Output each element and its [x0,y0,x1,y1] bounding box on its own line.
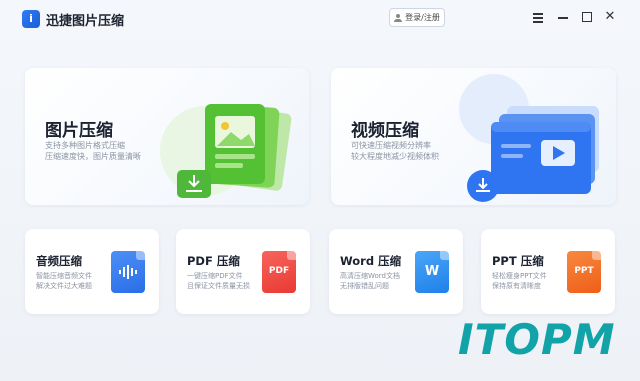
audio-compress-card[interactable]: 音频压缩 智能压缩音频文件 解决文件过大难题 [25,229,159,314]
card-desc-line: 高清压缩Word文档 [340,272,400,280]
ppt-compress-card[interactable]: PPT 压缩 轻松瘦身PPT文件 保持原有清晰度 PPT [481,229,615,314]
card-desc: 一键压缩PDF文件 且保证文件质量无损 [187,271,250,291]
title-bar: i 迅捷图片压缩 登录/注册 ✕ [0,0,640,36]
app-logo-icon: i [22,10,40,28]
audio-file-icon [111,251,145,293]
word-file-icon: W [415,251,449,293]
image-illustration [177,104,292,198]
app-title: 迅捷图片压缩 [46,14,125,29]
image-compress-card[interactable]: 图片压缩 支持多种图片格式压缩 压缩速度快，图片质量清晰 [25,68,309,205]
card-desc-line: 可快速压缩视频分辨率 [351,141,431,150]
card-desc: 可快速压缩视频分辨率 较大程度地减少视频体积 [351,140,439,162]
video-compress-card[interactable]: 视频压缩 可快速压缩视频分辨率 较大程度地减少视频体积 [331,68,616,205]
card-desc-line: 支持多种图片格式压缩 [45,141,125,150]
card-desc-line: 解决文件过大难题 [36,282,92,290]
user-icon [394,13,403,22]
login-button[interactable]: 登录/注册 [389,8,445,27]
login-label: 登录/注册 [405,13,440,22]
minimize-icon[interactable] [555,9,571,25]
app-window: i 迅捷图片压缩 登录/注册 ✕ 图片压缩 支持多种图片格式压缩 压缩速度快，图… [0,0,640,381]
card-desc-line: 一键压缩PDF文件 [187,272,243,280]
word-compress-card[interactable]: Word 压缩 高清压缩Word文档 无排版错乱问题 W [329,229,463,314]
word-icon-label: W [424,264,440,279]
pdf-icon-label: PDF [268,266,290,276]
card-title: PPT 压缩 [492,254,544,268]
pdf-compress-card[interactable]: PDF 压缩 一键压缩PDF文件 且保证文件质量无损 PDF [176,229,310,314]
ppt-file-icon: PPT [567,251,601,293]
video-illustration [467,106,599,202]
card-desc: 支持多种图片格式压缩 压缩速度快，图片质量清晰 [45,140,141,162]
card-desc-line: 且保证文件质量无损 [187,282,250,290]
close-icon[interactable]: ✕ [602,9,618,25]
card-title: 视频压缩 [351,121,419,141]
ppt-icon-label: PPT [574,266,594,276]
card-desc-line: 压缩速度快，图片质量清晰 [45,152,141,161]
maximize-icon[interactable] [579,9,595,25]
watermark-logo: ITOPM [458,315,616,364]
card-title: 图片压缩 [45,121,113,141]
card-desc-line: 保持原有清晰度 [492,282,541,290]
card-title: 音频压缩 [36,254,82,268]
card-desc: 智能压缩音频文件 解决文件过大难题 [36,271,92,291]
card-desc-line: 轻松瘦身PPT文件 [492,272,547,280]
card-desc-line: 较大程度地减少视频体积 [351,152,439,161]
menu-icon[interactable] [530,9,546,25]
pdf-file-icon: PDF [262,251,296,293]
card-title: PDF 压缩 [187,254,240,268]
card-desc: 轻松瘦身PPT文件 保持原有清晰度 [492,271,547,291]
card-desc-line: 智能压缩音频文件 [36,272,92,280]
card-title: Word 压缩 [340,254,402,268]
card-desc-line: 无排版错乱问题 [340,282,389,290]
card-desc: 高清压缩Word文档 无排版错乱问题 [340,271,400,291]
